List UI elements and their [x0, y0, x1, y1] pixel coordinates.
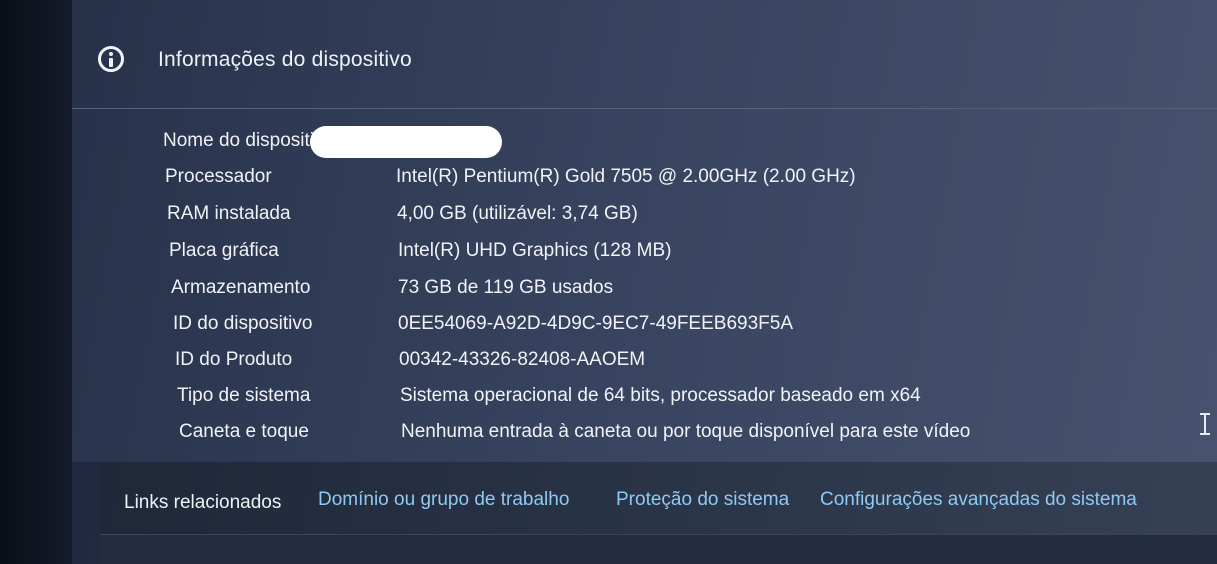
spec-value: 00342-43326-82408-AAOEM [399, 349, 646, 370]
monitor-bezel [0, 0, 72, 564]
related-links-bar: Links relacionados Domínio ou grupo de t… [100, 462, 1217, 534]
spec-value: Sistema operacional de 64 bits, processa… [400, 385, 921, 406]
spec-value: 4,00 GB (utilizável: 3,74 GB) [397, 203, 638, 224]
screen: Informações do dispositivo Nome do dispo… [0, 0, 1217, 564]
spec-label: Processador [165, 166, 272, 187]
related-links-label: Links relacionados [124, 492, 282, 513]
spec-label: ID do dispositivo [173, 313, 313, 334]
link-advanced-system-settings[interactable]: Configurações avançadas do sistema [820, 489, 1137, 511]
spec-label: Placa gráfica [169, 240, 279, 261]
spec-label: Armazenamento [171, 277, 311, 298]
spec-value: Intel(R) UHD Graphics (128 MB) [398, 240, 672, 261]
spec-label: RAM instalada [167, 203, 291, 224]
spec-label: Nome do dispositivo [163, 130, 335, 151]
spec-label: Tipo de sistema [177, 385, 311, 406]
spec-value: Nenhuma entrada à caneta ou por toque di… [401, 421, 971, 442]
info-icon [98, 46, 124, 72]
link-system-protection[interactable]: Proteção do sistema [616, 489, 789, 511]
redacted-device-name [310, 126, 502, 158]
spec-label: ID do Produto [175, 349, 293, 370]
link-domain-workgroup[interactable]: Domínio ou grupo de trabalho [318, 489, 569, 511]
text-cursor-icon [1200, 413, 1210, 435]
spec-label: Caneta e toque [179, 421, 309, 442]
spec-value: 0EE54069-A92D-4D9C-9EC7-49FEEB693F5A [398, 313, 793, 334]
device-specifications-header[interactable]: Informações do dispositivo [72, 0, 1217, 109]
next-section-strip [100, 534, 1217, 564]
section-title: Informações do dispositivo [158, 48, 412, 71]
spec-value: 73 GB de 119 GB usados [398, 277, 614, 298]
spec-value: Intel(R) Pentium(R) Gold 7505 @ 2.00GHz … [396, 166, 856, 187]
